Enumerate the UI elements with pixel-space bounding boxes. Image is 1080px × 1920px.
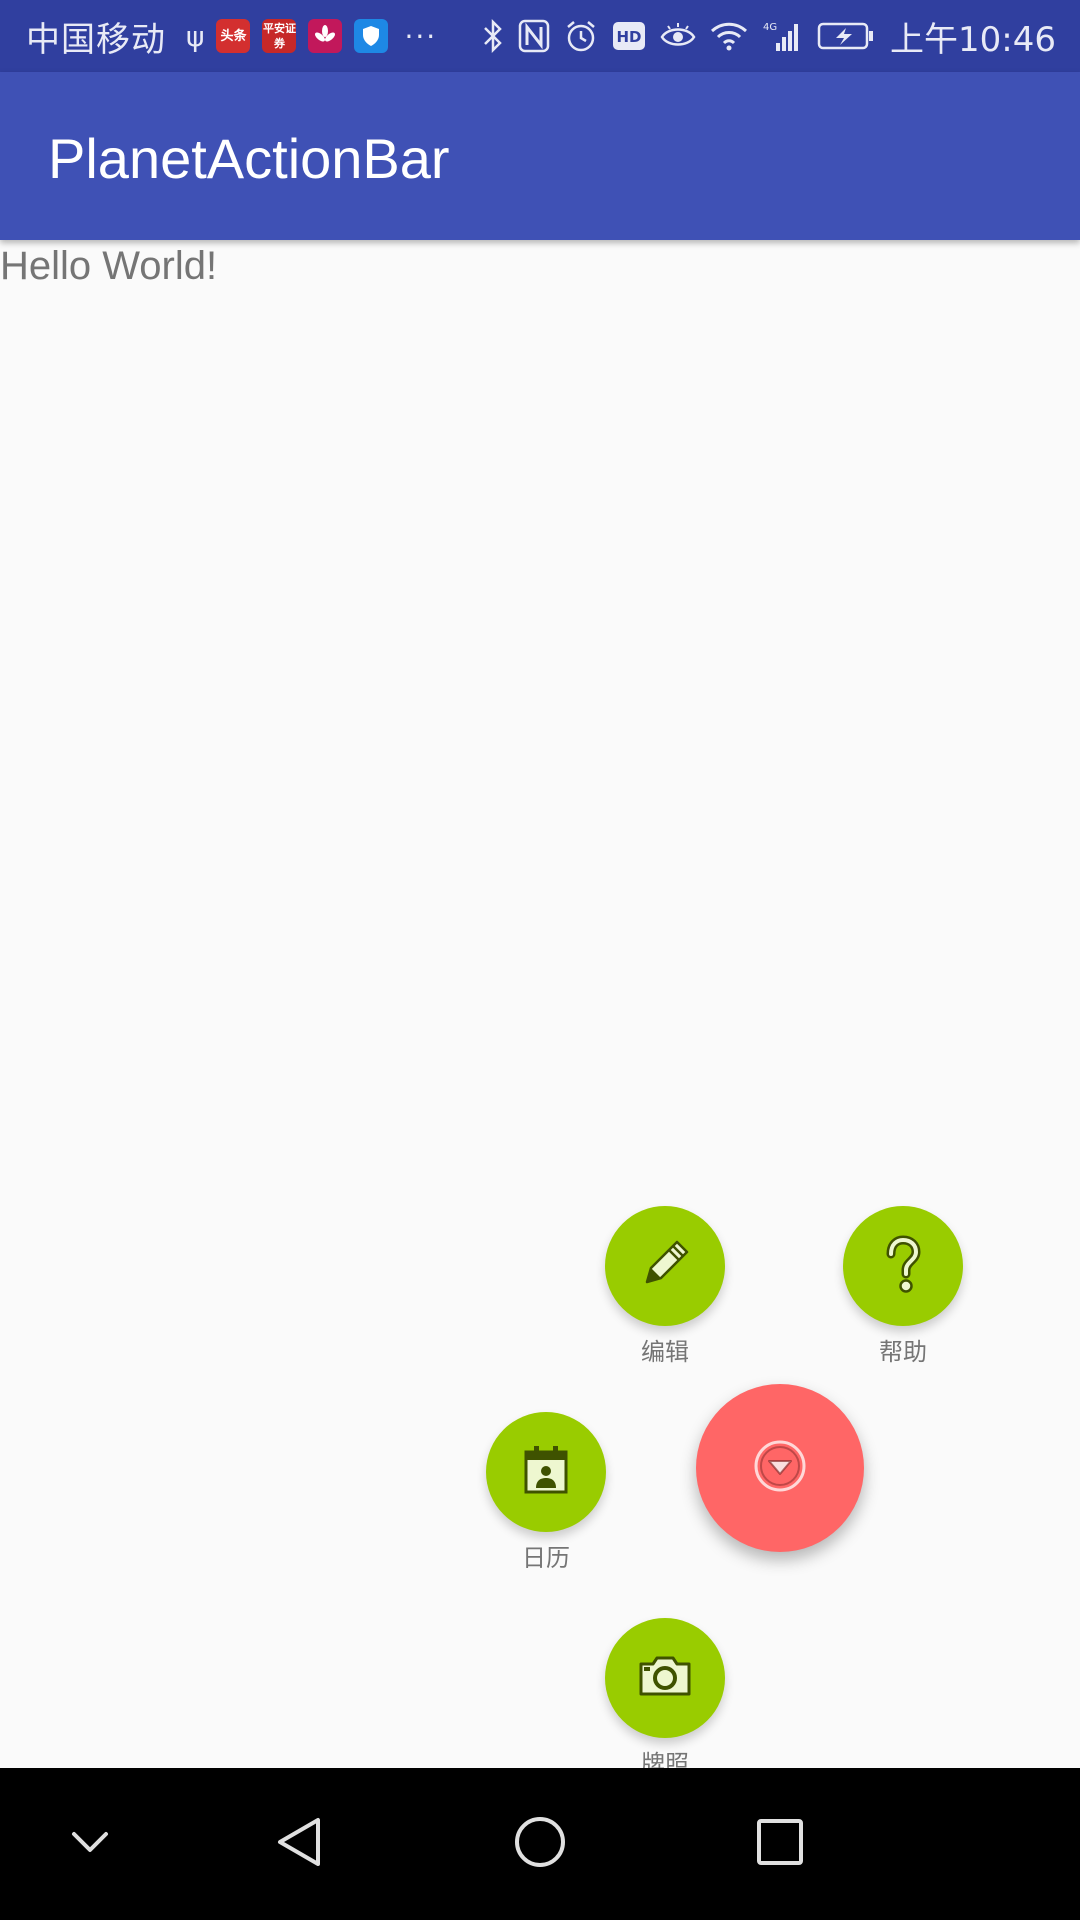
navigation-bar xyxy=(0,1768,1080,1920)
home-button[interactable] xyxy=(500,1804,580,1884)
back-button[interactable] xyxy=(260,1804,340,1884)
huawei-app-icon xyxy=(308,19,343,53)
help-button[interactable] xyxy=(843,1206,963,1326)
alarm-icon xyxy=(564,19,598,53)
app-title: PlanetActionBar xyxy=(48,127,450,190)
recents-button[interactable] xyxy=(740,1804,820,1884)
bluetooth-icon xyxy=(482,19,504,53)
recents-icon xyxy=(754,1816,806,1872)
notification-icons: ψ 头条 平安证券 ··· xyxy=(180,19,437,53)
nfc-icon xyxy=(518,19,550,53)
hd-icon: HD xyxy=(612,21,646,51)
down-chevron-icon xyxy=(66,1818,114,1870)
help-label: 帮助 xyxy=(879,1338,927,1366)
camera-icon xyxy=(633,1644,697,1712)
back-icon xyxy=(272,1814,328,1874)
edit-button[interactable] xyxy=(605,1206,725,1326)
status-bar: 中国移动 ψ 头条 平安证券 ··· HD 4G 上午10:46 xyxy=(0,0,1080,72)
fab-item-calendar[interactable]: 日历 xyxy=(486,1412,606,1573)
fab-item-camera[interactable]: 牌照 xyxy=(605,1618,725,1779)
fab-item-edit[interactable]: 编辑 xyxy=(605,1206,725,1367)
eye-comfort-icon xyxy=(660,21,696,51)
more-notifications-icon: ··· xyxy=(404,19,438,53)
camera-button[interactable] xyxy=(605,1618,725,1738)
battery-charging-icon xyxy=(816,21,876,51)
usb-icon: ψ xyxy=(186,19,205,53)
calendar-button[interactable] xyxy=(486,1412,606,1532)
main-fab-button[interactable] xyxy=(696,1384,864,1552)
arrow-down-circle-icon xyxy=(750,1436,810,1500)
carrier-name: 中国移动 xyxy=(26,19,166,60)
home-icon xyxy=(512,1814,568,1874)
network-type-label: 4G xyxy=(763,22,777,33)
calendar-label: 日历 xyxy=(522,1544,570,1572)
wifi-icon xyxy=(710,21,748,51)
pingan-app-icon: 平安证券 xyxy=(262,19,297,53)
toutiao-app-icon: 头条 xyxy=(216,19,251,53)
status-bar-right: HD 4G 上午10:46 xyxy=(468,0,1056,72)
cellular-signal-icon: 4G xyxy=(762,19,802,53)
pencil-icon xyxy=(633,1232,697,1300)
edit-label: 编辑 xyxy=(641,1338,689,1366)
hello-text: Hello World! xyxy=(0,244,218,288)
clock: 上午10:46 xyxy=(890,19,1056,60)
status-bar-left: 中国移动 ψ 头条 平安证券 ··· xyxy=(26,0,437,72)
calendar-icon xyxy=(514,1438,578,1506)
fab-item-help[interactable]: 帮助 xyxy=(843,1206,963,1367)
app-bar: PlanetActionBar xyxy=(0,72,1080,240)
shield-app-icon xyxy=(354,19,389,53)
question-icon xyxy=(871,1232,935,1300)
svg-text:HD: HD xyxy=(617,28,642,46)
hide-nav-button[interactable] xyxy=(50,1804,130,1884)
